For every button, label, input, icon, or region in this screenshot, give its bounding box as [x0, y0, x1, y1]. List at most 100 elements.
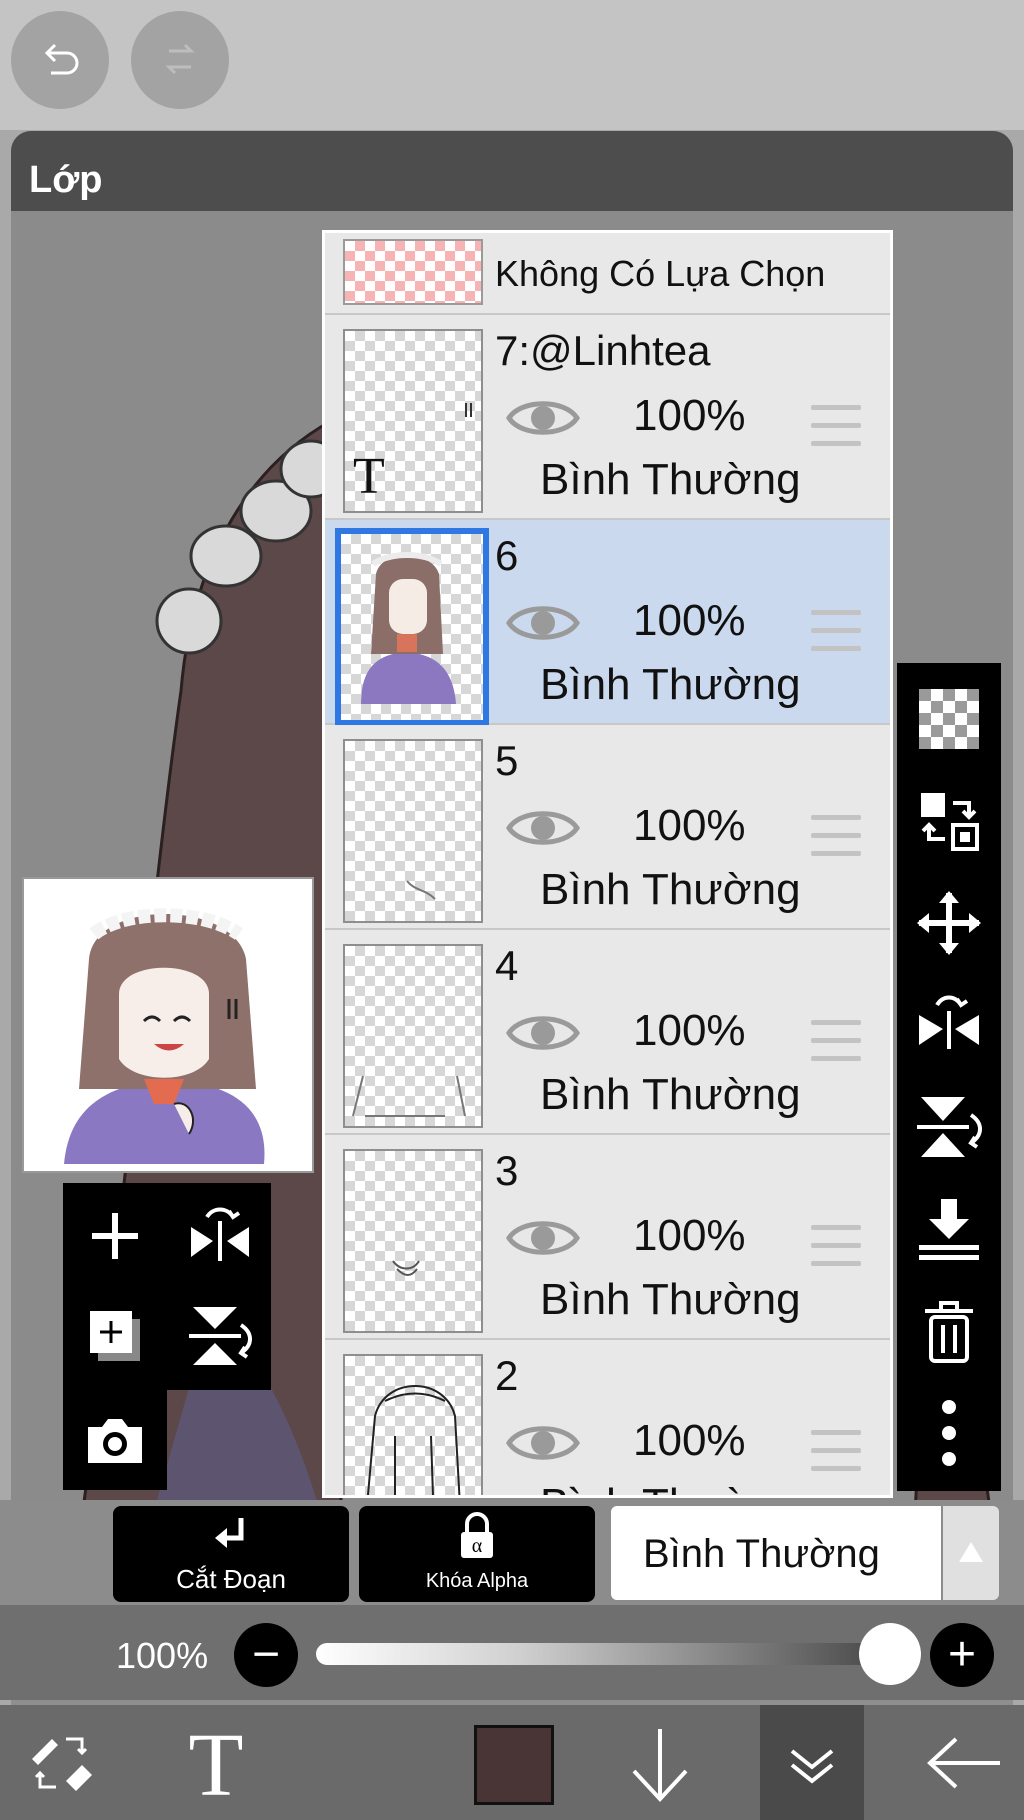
back-button[interactable] — [920, 1705, 1010, 1820]
layer-row-4[interactable]: 4 100% Bình Thường — [325, 930, 890, 1135]
opacity-decrease-button[interactable]: − — [234, 1623, 298, 1687]
more-options-button[interactable] — [913, 1397, 985, 1469]
layer-name: 4 — [495, 942, 519, 989]
svg-text:α: α — [472, 1535, 483, 1557]
opacity-increase-button[interactable]: + — [930, 1623, 994, 1687]
text-tool-button[interactable]: T — [170, 1705, 260, 1820]
add-layer-button[interactable] — [80, 1201, 150, 1271]
eye-icon[interactable] — [505, 598, 581, 648]
undo-icon — [44, 43, 79, 75]
text-layer-icon: T — [353, 448, 385, 505]
move-layer-button[interactable] — [913, 887, 985, 959]
arrow-down-icon — [632, 1729, 688, 1802]
selection-thumbnail — [343, 239, 483, 305]
layer-name: 6 — [495, 532, 519, 579]
eye-icon[interactable] — [505, 1213, 581, 1263]
flip-horizontal-button[interactable] — [913, 989, 985, 1061]
layer-name: 5 — [495, 737, 519, 784]
swap-icon — [921, 793, 979, 851]
flip-canvas-vertical-button[interactable] — [185, 1301, 255, 1371]
layer-tools-toolbar — [897, 663, 1001, 1491]
drag-handle-icon[interactable] — [811, 610, 861, 656]
bottom-toolbar: T — [0, 1705, 1024, 1820]
drag-handle-icon[interactable] — [811, 1430, 861, 1476]
layer-opacity: 100% — [633, 1416, 746, 1465]
layer-list[interactable]: Không Có Lựa Chọn T 7:@Linhtea 100% Bình… — [322, 230, 893, 1498]
flip-horizontal-icon — [191, 1207, 249, 1261]
layer-name: 7:@Linhtea — [495, 327, 711, 374]
layer-opacity: 100% — [633, 596, 746, 645]
panel-title: Lớp — [29, 159, 103, 201]
move-icon — [917, 891, 981, 955]
drag-handle-icon[interactable] — [811, 405, 861, 451]
layer-row-7[interactable]: T 7:@Linhtea 100% Bình Thường — [325, 315, 890, 520]
checker-icon — [919, 689, 979, 749]
clipping-label: Cắt Đoạn — [176, 1564, 286, 1594]
opacity-slider-knob[interactable] — [858, 1623, 921, 1685]
layer-thumbnail — [343, 944, 483, 1128]
layer-row-5[interactable]: 5 100% Bình Thường — [325, 725, 890, 930]
camera-icon — [88, 1419, 142, 1463]
photo-layer-button[interactable] — [80, 1405, 150, 1475]
blend-mode-value: Bình Thường — [643, 1532, 880, 1576]
layer-blend-mode: Bình Thường — [540, 865, 801, 914]
trash-icon — [925, 1301, 973, 1363]
opacity-bar: 100% − + — [0, 1605, 1024, 1700]
panel-header: Lớp — [11, 131, 1013, 211]
eye-icon[interactable] — [505, 803, 581, 853]
scroll-down-button[interactable] — [620, 1705, 700, 1820]
thumbnail-art — [366, 1385, 461, 1495]
duplicate-layer-button[interactable] — [80, 1301, 150, 1371]
merge-down-button[interactable] — [913, 1193, 985, 1265]
layer-row-6[interactable]: 6 100% Bình Thường — [325, 520, 890, 726]
undo-button[interactable] — [11, 11, 109, 109]
opacity-label: 100% — [116, 1635, 209, 1676]
layer-name: 2 — [495, 1352, 519, 1399]
drag-handle-icon[interactable] — [811, 1225, 861, 1271]
delete-layer-button[interactable] — [913, 1295, 985, 1367]
layer-thumbnail — [335, 528, 489, 726]
transparent-background-button[interactable] — [913, 683, 985, 755]
thumbnail-art — [406, 880, 436, 900]
current-color-swatch[interactable] — [474, 1725, 554, 1805]
preview-artwork — [64, 908, 265, 1164]
clipping-button[interactable]: Cắt Đoạn — [113, 1506, 349, 1602]
alpha-lock-button[interactable]: α Khóa Alpha — [359, 1506, 595, 1602]
selection-layer-row[interactable]: Không Có Lựa Chọn — [325, 233, 890, 315]
redo-button[interactable] — [131, 11, 229, 109]
opacity-slider[interactable] — [316, 1643, 896, 1665]
layer-blend-mode: Bình Thường — [540, 660, 801, 709]
minus-icon: − — [251, 1628, 281, 1681]
swap-layer-button[interactable] — [913, 785, 985, 857]
flip-canvas-horizontal-button[interactable] — [185, 1201, 255, 1271]
duplicate-icon — [90, 1311, 140, 1361]
brush-eraser-icon — [32, 1737, 92, 1791]
blend-mode-select[interactable]: Bình Thường — [611, 1506, 941, 1600]
layer-blend-mode: Bình Thường — [540, 1070, 801, 1119]
thumbnail-art — [352, 1075, 466, 1117]
thumbnail-art — [361, 552, 456, 704]
eye-icon[interactable] — [505, 1008, 581, 1058]
canvas-preview[interactable] — [22, 877, 314, 1173]
lock-icon: α — [461, 1512, 493, 1558]
drag-handle-icon[interactable] — [811, 1020, 861, 1066]
eye-icon[interactable] — [505, 393, 581, 443]
drag-handle-icon[interactable] — [811, 815, 861, 861]
top-bar — [0, 0, 1024, 130]
brush-eraser-toggle-button[interactable] — [20, 1705, 100, 1820]
layer-thumbnail — [343, 1149, 483, 1333]
layer-opacity: 100% — [633, 391, 746, 440]
blend-mode-dropdown-button[interactable] — [943, 1506, 999, 1600]
thumbnail-art — [392, 1260, 420, 1276]
layers-toggle-button[interactable] — [760, 1705, 864, 1820]
text-icon: T — [189, 1721, 244, 1803]
flip-vertical-button[interactable] — [913, 1091, 985, 1163]
eye-icon[interactable] — [505, 1418, 581, 1468]
layer-blend-mode: Bình Thường — [540, 455, 801, 504]
layer-thumbnail: T — [343, 329, 483, 513]
layer-opacity: 100% — [633, 1211, 746, 1260]
layer-row-2[interactable]: 2 100% Bình Thường — [325, 1340, 890, 1495]
layer-thumbnail — [343, 739, 483, 923]
layer-opacity: 100% — [633, 1006, 746, 1055]
layer-row-3[interactable]: 3 100% Bình Thường — [325, 1135, 890, 1340]
